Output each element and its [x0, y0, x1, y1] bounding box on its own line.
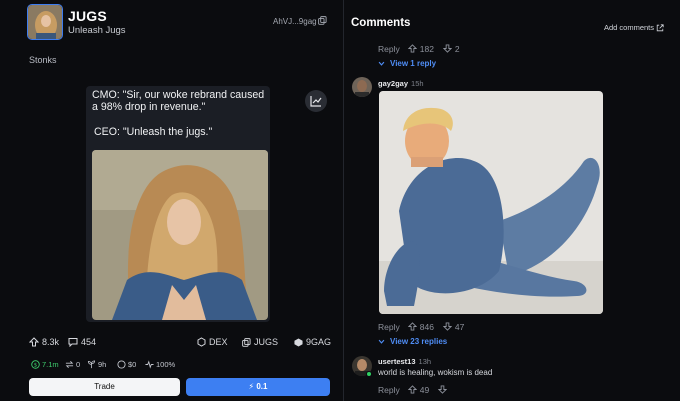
- upvote-icon: [407, 44, 417, 53]
- upvote-stat[interactable]: 8.3k: [29, 337, 59, 347]
- downvote-icon: [442, 44, 452, 53]
- copy-icon: [242, 337, 251, 347]
- reply-button[interactable]: Reply: [378, 44, 400, 54]
- chart-button[interactable]: [305, 90, 327, 112]
- trades-count: 0: [76, 360, 81, 369]
- comment-actions: Reply 846 47: [378, 321, 464, 332]
- comment-text: world is healing, wokism is dead: [378, 368, 493, 377]
- comments-title: Comments: [351, 17, 411, 29]
- upvote-count: 846: [419, 321, 434, 332]
- ticker-label: JUGS: [254, 337, 279, 347]
- upvote-count: 8.3k: [42, 337, 60, 347]
- upvote-icon: [407, 385, 417, 394]
- downvote-button[interactable]: 2: [442, 43, 460, 54]
- copy-icon[interactable]: [318, 16, 327, 25]
- 9gag-icon: [294, 337, 303, 347]
- percent-value: 100%: [156, 360, 176, 369]
- comment-image[interactable]: [379, 91, 603, 314]
- comment-username: usertest13: [378, 357, 416, 366]
- comment-time: 15h: [411, 79, 424, 88]
- chart-icon: [310, 96, 322, 107]
- market-cap: 7.1m: [42, 360, 59, 369]
- source-link[interactable]: 9GAG: [294, 337, 331, 347]
- token-avatar[interactable]: [27, 4, 63, 40]
- comments-panel: Comments Add comments Reply 182 2 View 1…: [344, 0, 680, 401]
- comment-actions: Reply 182 2: [378, 43, 460, 54]
- view-replies-link[interactable]: View 1 reply: [378, 58, 436, 68]
- contract-address: AhVJ...9gag: [273, 17, 317, 26]
- downvote-icon: [438, 385, 448, 394]
- comment-username: gay2gay: [378, 79, 409, 88]
- upvote-icon: [407, 322, 417, 331]
- comment-author[interactable]: usertest13 13h: [378, 357, 431, 366]
- upvote-count: 49: [419, 384, 430, 395]
- comment-actions: Reply 49: [378, 384, 448, 395]
- reply-button[interactable]: Reply: [378, 322, 400, 332]
- token-tagline: Unleash Jugs: [68, 25, 126, 36]
- comment-icon: [68, 338, 78, 347]
- view-replies-label: View 23 replies: [390, 336, 448, 346]
- downvote-icon: [442, 322, 452, 331]
- dex-label: DEX: [209, 337, 228, 347]
- meme-caption-line1: CMO: "Sir, our woke rebrand caused a 98%…: [92, 89, 265, 114]
- trades-meta: 0: [65, 360, 80, 369]
- avatar[interactable]: [352, 77, 372, 97]
- meme-caption-line2: CEO: "Unleash the jugs.": [94, 125, 213, 138]
- market-cap-meta: $ 7.1m: [31, 360, 59, 369]
- lightning-icon: ⚡: [248, 382, 255, 391]
- upvote-button[interactable]: 846: [407, 321, 434, 332]
- upvote-icon: [29, 337, 39, 347]
- quick-buy-amount: 0.1: [256, 382, 268, 391]
- token-stats: 8.3k 454 DEX JUGS 9GAG: [29, 337, 332, 349]
- trade-button[interactable]: Trade: [29, 378, 180, 396]
- volume-meta: $0: [117, 360, 136, 369]
- source-label: 9GAG: [306, 337, 332, 347]
- upvote-button[interactable]: 49: [407, 384, 430, 395]
- chevron-down-icon: [378, 61, 385, 66]
- circle-icon: [117, 360, 126, 369]
- meme-card[interactable]: CMO: "Sir, our woke rebrand caused a 98%…: [86, 86, 270, 322]
- token-name: JUGS: [68, 8, 107, 24]
- add-comments-label: Add comments: [604, 23, 655, 32]
- pulse-icon: [145, 360, 154, 369]
- downvote-button[interactable]: 47: [442, 321, 465, 332]
- chevron-down-icon: [378, 339, 385, 344]
- svg-text:$: $: [34, 363, 37, 369]
- downvote-count: 47: [454, 321, 465, 332]
- view-replies-link[interactable]: View 23 replies: [378, 336, 447, 346]
- dex-icon: [197, 337, 206, 347]
- comment-stat[interactable]: 454: [68, 337, 96, 347]
- downvote-button[interactable]: [438, 385, 448, 394]
- percent-meta: 100%: [145, 360, 175, 369]
- dex-link[interactable]: DEX: [197, 337, 228, 347]
- reply-button[interactable]: Reply: [378, 385, 400, 395]
- downvote-count: 2: [454, 43, 460, 54]
- dollar-icon: $: [31, 360, 40, 369]
- upvote-button[interactable]: 182: [407, 43, 434, 54]
- section-label: Stonks: [29, 55, 57, 65]
- add-comments-link[interactable]: Add comments: [604, 23, 664, 32]
- comment-time: 13h: [418, 357, 432, 366]
- age-meta: 9h: [87, 360, 106, 369]
- upvote-count: 182: [419, 43, 434, 54]
- token-age: 9h: [98, 360, 107, 369]
- swap-icon: [65, 361, 74, 368]
- comment-author[interactable]: gay2gay 15h: [378, 79, 424, 88]
- view-replies-label: View 1 reply: [390, 58, 437, 68]
- token-panel: JUGS Unleash Jugs AhVJ...9gag Stonks CMO…: [0, 0, 343, 401]
- online-status-dot: [366, 371, 372, 377]
- comment-count: 454: [81, 337, 97, 347]
- meme-caption: CMO: "Sir, our woke rebrand caused a 98%…: [92, 89, 270, 138]
- meme-image: [92, 150, 268, 320]
- sprout-icon: [87, 360, 96, 369]
- volume-value: $0: [128, 360, 137, 369]
- ticker-copy[interactable]: JUGS: [242, 337, 278, 347]
- external-link-icon: [656, 23, 664, 31]
- quick-buy-button[interactable]: ⚡ 0.1: [186, 378, 330, 396]
